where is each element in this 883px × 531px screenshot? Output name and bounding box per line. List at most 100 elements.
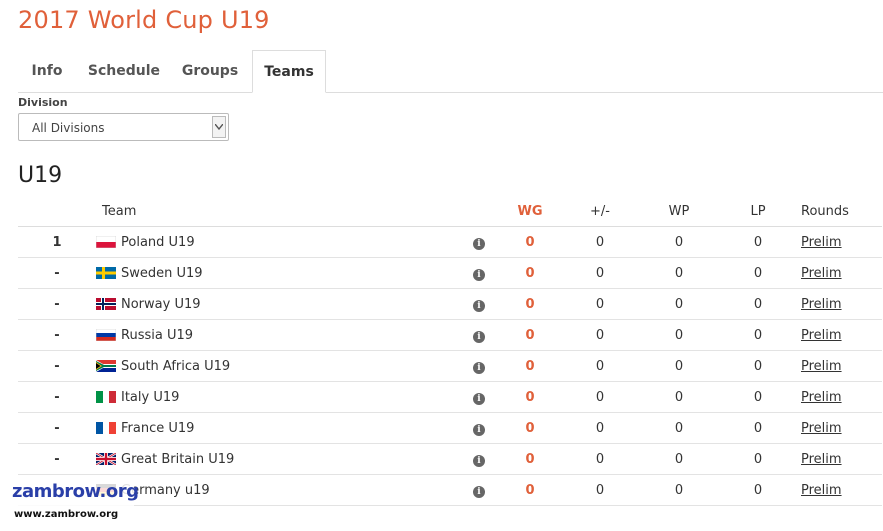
team-rank: -	[18, 412, 96, 444]
team-name-link[interactable]: France U19	[121, 421, 194, 436]
table-row: - South Africa U19 i 0 0 0 0 Prelim	[18, 350, 882, 382]
round-link[interactable]: Prelim	[801, 421, 842, 436]
header-plus-minus[interactable]: +/-	[560, 197, 640, 227]
watermark-url: www.zambrow.org	[14, 509, 119, 520]
info-icon[interactable]: i	[473, 299, 485, 312]
division-select-toggle[interactable]	[212, 116, 226, 138]
header-lp[interactable]: LP	[718, 197, 798, 227]
round-link[interactable]: Prelim	[801, 235, 842, 250]
table-row: - Sweden U19 i 0 0 0 0 Prelim	[18, 257, 882, 289]
team-name-link[interactable]: South Africa U19	[121, 359, 230, 374]
info-icon[interactable]: i	[473, 485, 485, 498]
wg-value: 0	[500, 226, 560, 258]
wp-value: 0	[640, 319, 718, 351]
round-link[interactable]: Prelim	[801, 452, 842, 467]
team-name-link[interactable]: Poland U19	[121, 235, 195, 250]
norway-flag-icon	[96, 298, 116, 310]
team-cell: South Africa U19	[96, 350, 458, 382]
russia-flag-icon	[96, 329, 116, 341]
lp-value: 0	[718, 288, 798, 320]
chevron-down-icon	[215, 124, 223, 130]
round-link[interactable]: Prelim	[801, 483, 842, 498]
great-britain-flag-icon	[96, 453, 116, 465]
wp-value: 0	[640, 257, 718, 289]
rounds-cell: Prelim	[798, 226, 882, 258]
team-cell: Norway U19	[96, 288, 458, 320]
info-cell: i	[458, 226, 500, 258]
tab-info[interactable]: Info	[18, 50, 76, 91]
team-cell: Sweden U19	[96, 257, 458, 289]
team-rank: 1	[18, 226, 96, 258]
rounds-cell: Prelim	[798, 474, 882, 506]
wg-value: 0	[500, 350, 560, 382]
division-select[interactable]: All Divisions	[18, 113, 229, 141]
info-cell: i	[458, 412, 500, 444]
team-rank: -	[18, 350, 96, 382]
france-flag-icon	[96, 422, 116, 434]
wp-value: 0	[640, 412, 718, 444]
lp-value: 0	[718, 443, 798, 475]
tab-schedule[interactable]: Schedule	[80, 50, 168, 91]
plus-minus-value: 0	[560, 257, 640, 289]
tab-groups[interactable]: Groups	[173, 50, 247, 91]
rounds-cell: Prelim	[798, 288, 882, 320]
table-row: 1 Poland U19 i 0 0 0 0 Prelim	[18, 226, 882, 258]
team-name-link[interactable]: Sweden U19	[121, 266, 203, 281]
wp-value: 0	[640, 474, 718, 506]
round-link[interactable]: Prelim	[801, 359, 842, 374]
wp-value: 0	[640, 381, 718, 413]
info-icon[interactable]: i	[473, 392, 485, 405]
team-rank: -	[18, 319, 96, 351]
info-cell: i	[458, 257, 500, 289]
poland-flag-icon	[96, 236, 116, 248]
round-link[interactable]: Prelim	[801, 390, 842, 405]
team-cell: Germany u19	[96, 474, 458, 506]
info-icon[interactable]: i	[473, 330, 485, 343]
wg-value: 0	[500, 443, 560, 475]
info-icon[interactable]: i	[473, 268, 485, 281]
lp-value: 0	[718, 226, 798, 258]
info-cell: i	[458, 288, 500, 320]
info-cell: i	[458, 319, 500, 351]
info-cell: i	[458, 474, 500, 506]
standings-table: Team WG +/- WP LP Rounds 1 Poland U19 i 0 0 0…	[18, 197, 882, 506]
info-icon[interactable]: i	[473, 361, 485, 374]
table-row: - Russia U19 i 0 0 0 0 Prelim	[18, 319, 882, 351]
tab-teams[interactable]: Teams	[252, 50, 326, 93]
header-wp[interactable]: WP	[640, 197, 718, 227]
team-cell: Russia U19	[96, 319, 458, 351]
rounds-cell: Prelim	[798, 350, 882, 382]
rounds-cell: Prelim	[798, 381, 882, 413]
round-link[interactable]: Prelim	[801, 266, 842, 281]
plus-minus-value: 0	[560, 319, 640, 351]
info-icon[interactable]: i	[473, 423, 485, 436]
header-info	[458, 197, 500, 227]
table-row: - Italy U19 i 0 0 0 0 Prelim	[18, 381, 882, 413]
table-row: - Great Britain U19 i 0 0 0 0 Prelim	[18, 443, 882, 475]
info-icon[interactable]: i	[473, 237, 485, 250]
header-wg[interactable]: WG	[500, 197, 560, 227]
team-name-link[interactable]: Great Britain U19	[121, 452, 234, 467]
lp-value: 0	[718, 319, 798, 351]
header-rounds[interactable]: Rounds	[798, 197, 882, 227]
wg-value: 0	[500, 381, 560, 413]
sweden-flag-icon	[96, 267, 116, 279]
round-link[interactable]: Prelim	[801, 297, 842, 312]
team-cell: Great Britain U19	[96, 443, 458, 475]
team-name-link[interactable]: Russia U19	[121, 328, 193, 343]
team-cell: Italy U19	[96, 381, 458, 413]
header-team[interactable]: Team	[96, 197, 458, 227]
team-rank: -	[18, 288, 96, 320]
lp-value: 0	[718, 350, 798, 382]
team-cell: France U19	[96, 412, 458, 444]
round-link[interactable]: Prelim	[801, 328, 842, 343]
plus-minus-value: 0	[560, 226, 640, 258]
table-row: Germany u19 i 0 0 0 0 Prelim	[18, 474, 882, 506]
table-row: - Norway U19 i 0 0 0 0 Prelim	[18, 288, 882, 320]
plus-minus-value: 0	[560, 474, 640, 506]
team-name-link[interactable]: Italy U19	[121, 390, 179, 405]
team-name-link[interactable]: Norway U19	[121, 297, 201, 312]
page-title: 2017 World Cup U19	[18, 6, 270, 34]
info-icon[interactable]: i	[473, 454, 485, 467]
wp-value: 0	[640, 350, 718, 382]
